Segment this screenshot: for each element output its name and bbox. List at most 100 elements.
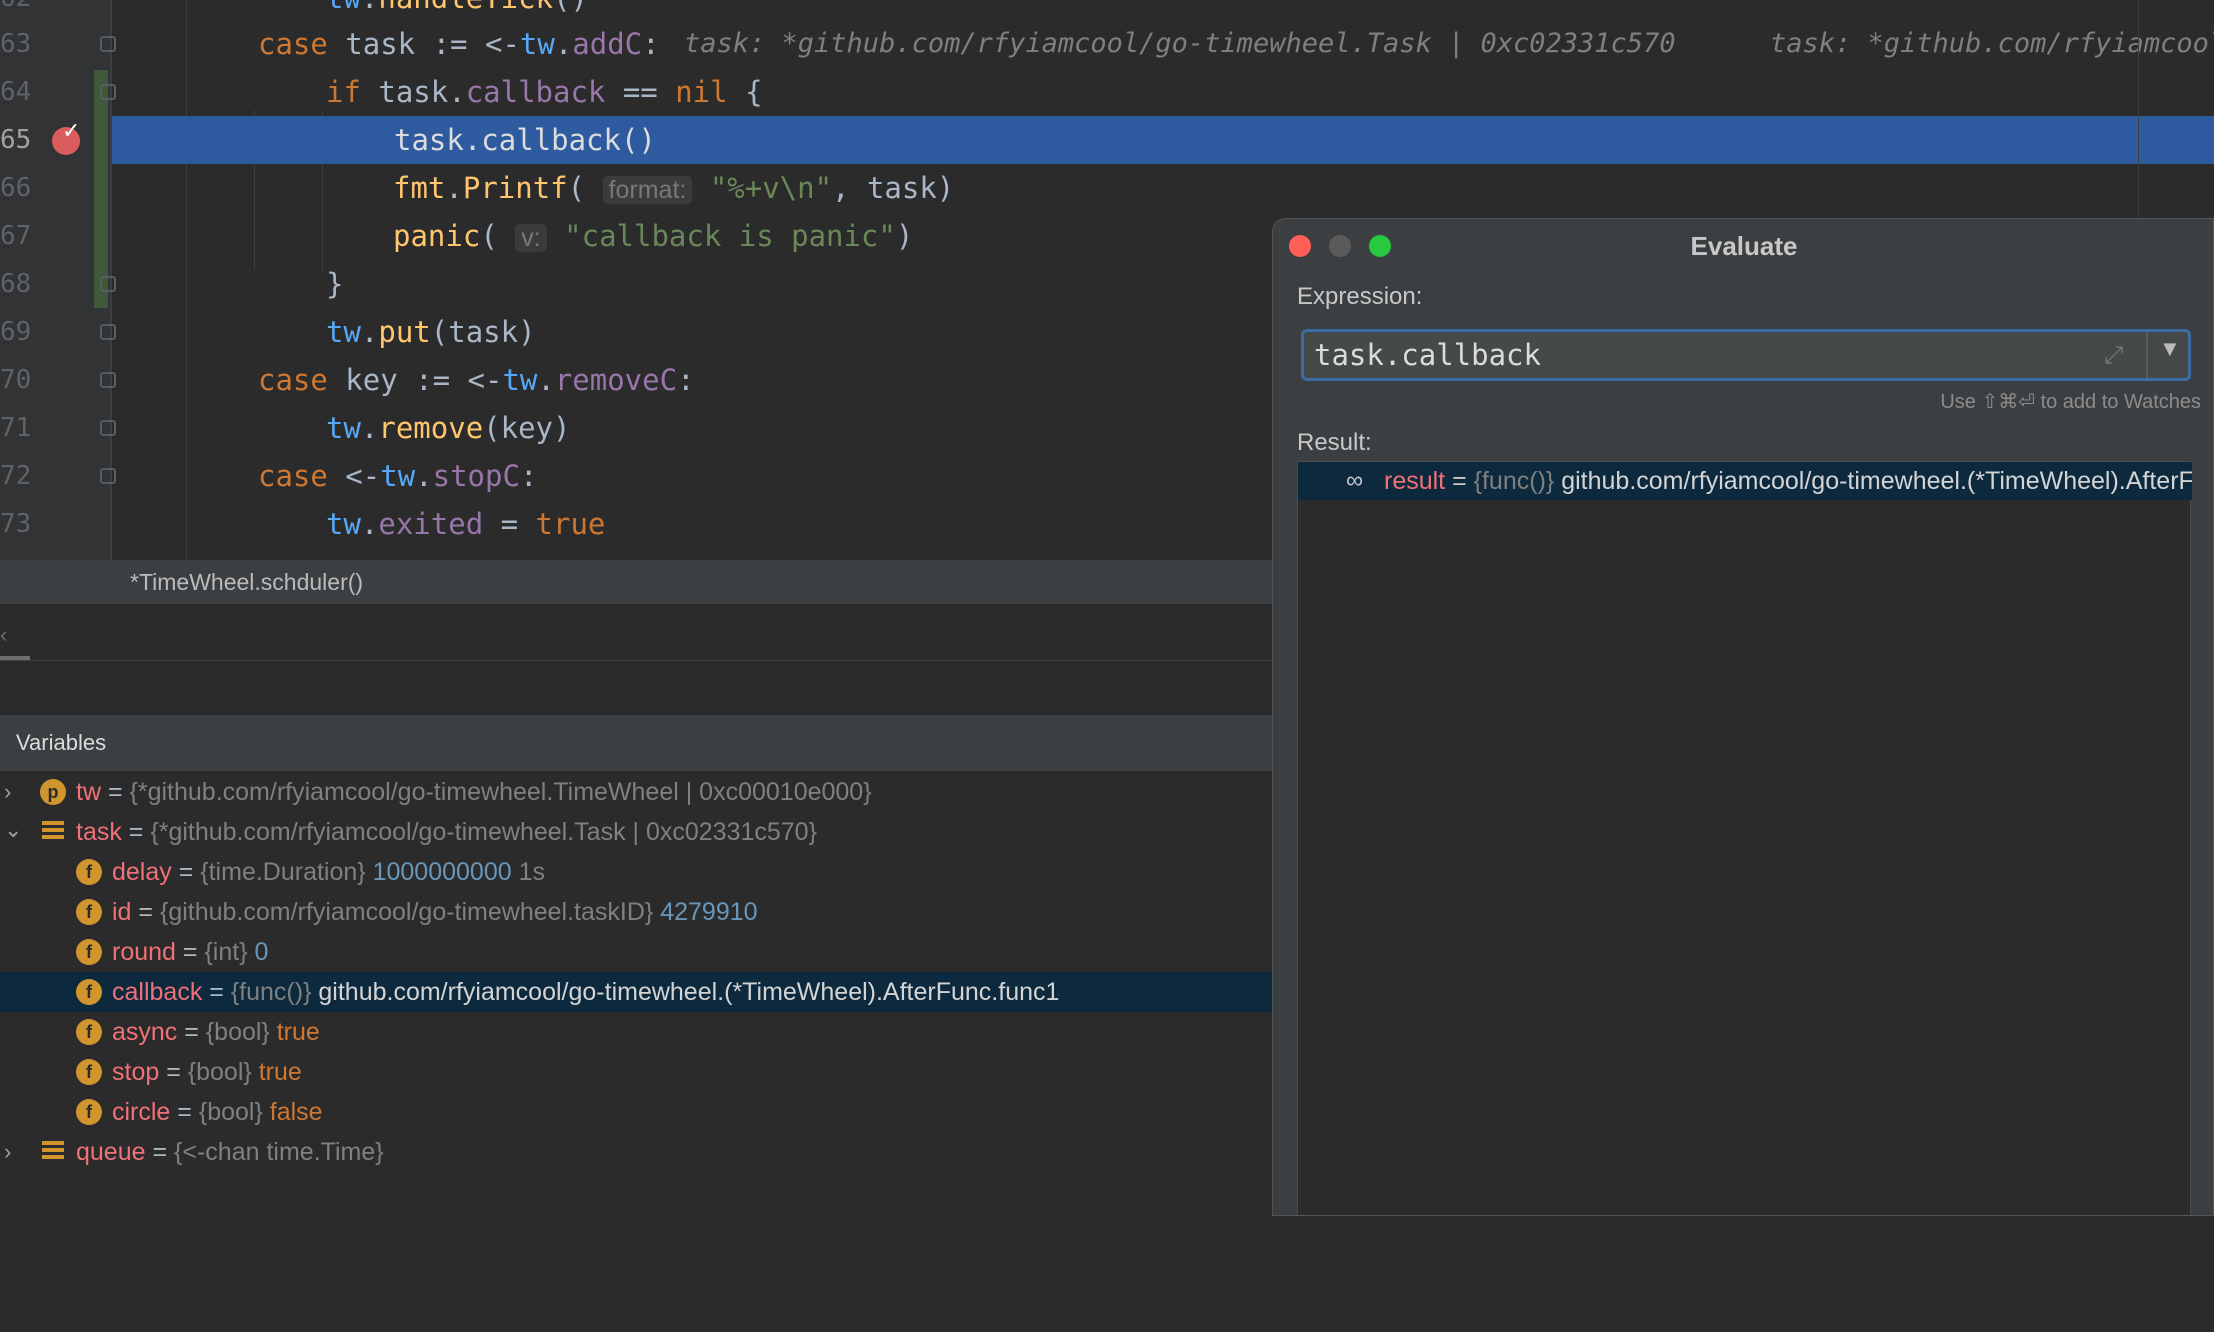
param-hint: v: xyxy=(515,224,547,252)
fold-marker-icon[interactable] xyxy=(100,324,116,340)
result-tree[interactable]: ∞ result = {func()} github.com/rfyiamcoo… xyxy=(1297,461,2192,1215)
variable-value: true xyxy=(276,1018,320,1046)
fold-marker-icon[interactable] xyxy=(100,84,116,100)
code-text: tw.put(task) xyxy=(326,315,536,349)
line-number: 62 xyxy=(0,0,31,22)
tab-underline xyxy=(0,656,30,660)
variable-name: stop xyxy=(112,1058,160,1086)
debug-tab-strip[interactable]: ‹ xyxy=(0,604,1272,661)
result-value: github.com/rfyiamcool/go-timewheel.(*Tim… xyxy=(1561,467,2192,495)
code-text: task.callback() xyxy=(394,123,656,157)
code-line[interactable]: 66 fmt.Printf( format: "%+v\n", task) xyxy=(0,164,2214,212)
variables-tree[interactable]: › p tw = {*github.com/rfyiamcool/go-time… xyxy=(0,772,1272,1216)
variable-type: {bool} xyxy=(205,1018,270,1046)
variable-name: tw xyxy=(76,778,101,806)
line-number: 68 xyxy=(0,269,32,299)
evaluate-dialog[interactable]: Evaluate Expression: ⤢ ▼ Use ⇧⌘⏎ to add … xyxy=(1272,218,2214,1216)
variable-row[interactable]: f async = {bool} true xyxy=(0,1012,1272,1052)
variable-row[interactable]: f id = {github.com/rfyiamcool/go-timewhe… xyxy=(0,892,1272,932)
variable-row-selected[interactable]: f callback = {func()} github.com/rfyiamc… xyxy=(0,972,1272,1012)
scroll-left-icon[interactable]: ‹ xyxy=(0,622,7,648)
pointer-badge-icon: p xyxy=(40,779,66,805)
code-text: } xyxy=(326,267,344,301)
expand-arrow-icon[interactable]: › xyxy=(4,772,24,812)
code-line[interactable]: 62 tw.handleTick() xyxy=(0,0,2214,22)
line-number: 72 xyxy=(0,461,32,491)
variable-name: callback xyxy=(112,978,203,1006)
field-badge-icon: f xyxy=(76,899,102,925)
line-number: 71 xyxy=(0,413,32,443)
variable-name: queue xyxy=(76,1138,146,1166)
fold-marker-icon[interactable] xyxy=(100,36,116,52)
current-execution-line[interactable]: task.callback() xyxy=(112,116,2214,164)
field-badge-icon: f xyxy=(76,1059,102,1085)
variable-row[interactable]: › p tw = {*github.com/rfyiamcool/go-time… xyxy=(0,772,1272,812)
fold-marker-icon[interactable] xyxy=(100,468,116,484)
result-row[interactable]: ∞ result = {func()} github.com/rfyiamcoo… xyxy=(1298,462,2192,500)
inline-debug-value: task: *github.com/rfyiamcool/go-timewhee… xyxy=(1770,28,2214,59)
watch-glasses-icon: ∞ xyxy=(1346,467,1364,494)
breakpoint-check-icon: ✓ xyxy=(62,118,81,143)
variable-type: {*github.com/rfyiamcool/go-timewheel.Tim… xyxy=(129,778,872,806)
variable-row[interactable]: f delay = {time.Duration} 1000000000 1s xyxy=(0,852,1272,892)
fold-marker-icon[interactable] xyxy=(100,276,116,292)
variable-row[interactable]: f circle = {bool} false xyxy=(0,1092,1272,1132)
variable-type: {<-chan time.Time} xyxy=(174,1138,384,1166)
variable-row[interactable]: › queue = {<-chan time.Time} xyxy=(0,1132,1272,1172)
history-dropdown-icon[interactable]: ▼ xyxy=(2159,336,2181,362)
fold-marker-icon[interactable] xyxy=(100,420,116,436)
variable-name: id xyxy=(112,898,132,926)
param-hint: format: xyxy=(602,176,693,204)
string-literal: "callback is panic" xyxy=(564,219,896,253)
field-badge-icon: f xyxy=(76,979,102,1005)
variable-value: false xyxy=(269,1098,323,1126)
variable-type: {github.com/rfyiamcool/go-timewheel.task… xyxy=(159,898,654,926)
variable-type: {time.Duration} xyxy=(200,858,366,886)
expression-input[interactable] xyxy=(1314,332,2074,378)
string-literal: "%+v\n" xyxy=(709,171,833,205)
fold-marker-icon[interactable] xyxy=(100,372,116,388)
expand-editor-icon[interactable]: ⤢ xyxy=(2104,342,2123,370)
variable-type: {*github.com/rfyiamcool/go-timewheel.Tas… xyxy=(150,818,817,846)
line-number: 63 xyxy=(0,29,32,59)
variable-name: task xyxy=(76,818,122,846)
code-text: if task.callback == nil { xyxy=(326,75,763,109)
debug-toolbar[interactable] xyxy=(0,661,1272,716)
field-badge-icon: f xyxy=(76,1019,102,1045)
breadcrumb-function[interactable]: *TimeWheel.schduler() xyxy=(130,560,363,604)
code-line[interactable]: 64 if task.callback == nil { xyxy=(0,68,2214,116)
line-number: 70 xyxy=(0,365,32,395)
result-type: {func()} xyxy=(1473,467,1555,495)
line-number: 73 xyxy=(0,509,32,539)
variable-value: 4279910 xyxy=(660,898,758,926)
dialog-title: Evaluate xyxy=(1690,231,1798,261)
dropdown-separator xyxy=(2146,332,2148,378)
code-text: tw.exited = true xyxy=(326,507,606,541)
breadcrumb[interactable]: *TimeWheel.schduler() xyxy=(0,560,1272,604)
code-text: case task := <-tw.addC: xyxy=(258,27,660,61)
right-margin-guide xyxy=(2138,0,2139,230)
variable-row[interactable]: f round = {int} 0 xyxy=(0,932,1272,972)
result-label: Result: xyxy=(1297,429,1372,456)
variables-title: Variables xyxy=(16,730,107,755)
collapse-arrow-icon[interactable]: ⌄ xyxy=(4,810,24,850)
variable-value: github.com/rfyiamcool/go-timewheel.(*Tim… xyxy=(318,978,1060,1006)
result-name: result xyxy=(1384,467,1446,495)
code-text: case <-tw.stopC: xyxy=(258,459,538,493)
variable-value: 1000000000 xyxy=(372,858,512,886)
field-badge-icon: f xyxy=(76,939,102,965)
variable-row[interactable]: ⌄ task = {*github.com/rfyiamcool/go-time… xyxy=(0,812,1272,852)
variable-name: circle xyxy=(112,1098,171,1126)
code-line[interactable]: 63 case task := <-tw.addC: task: *github… xyxy=(0,20,2214,68)
variable-row[interactable]: f stop = {bool} true xyxy=(0,1052,1272,1092)
variable-name: delay xyxy=(112,858,172,886)
expression-field[interactable]: ⤢ ▼ xyxy=(1301,329,2191,381)
variable-value: true xyxy=(258,1058,302,1086)
expand-arrow-icon[interactable]: › xyxy=(4,1132,24,1172)
variable-name: round xyxy=(112,938,176,966)
field-badge-icon: f xyxy=(76,1099,102,1125)
variable-name: async xyxy=(112,1018,178,1046)
variable-type: {bool} xyxy=(198,1098,263,1126)
line-number: 69 xyxy=(0,317,32,347)
variable-type: {bool} xyxy=(187,1058,252,1086)
